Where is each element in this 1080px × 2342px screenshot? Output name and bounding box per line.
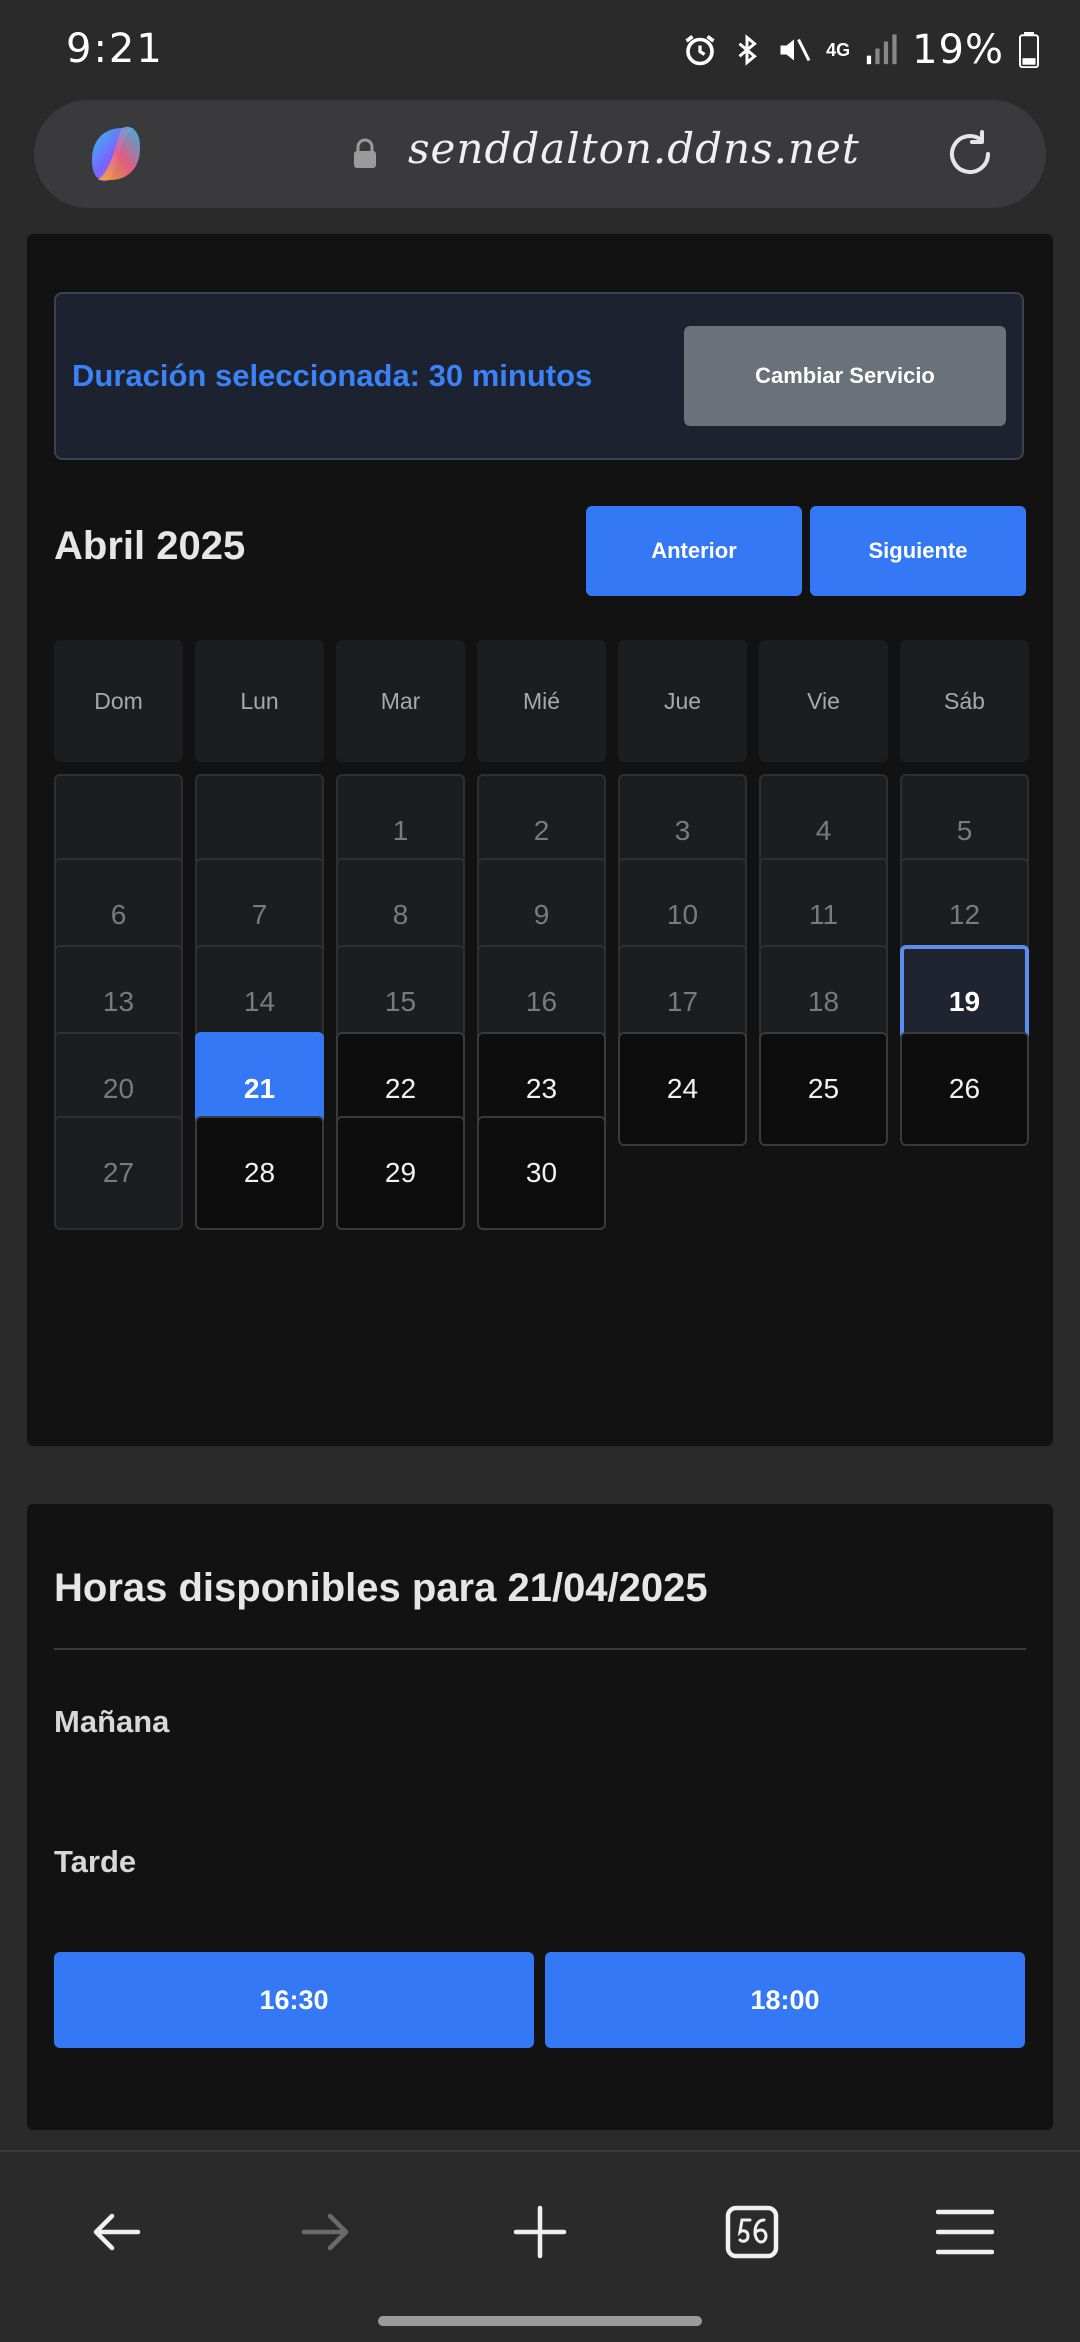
status-time: 9:21: [66, 26, 164, 72]
new-tab-plus-icon[interactable]: [512, 2204, 568, 2260]
hours-title: Horas disponibles para 21/04/2025: [54, 1566, 708, 1610]
page-content: Duración seleccionada: 30 minutos Cambia…: [0, 228, 1080, 2148]
calendar-day[interactable]: 29: [336, 1116, 465, 1230]
weekday-header: Mié: [477, 640, 606, 762]
forward-arrow-icon[interactable]: [298, 2204, 354, 2260]
signal-icon: [866, 34, 897, 65]
morning-label: Mañana: [54, 1704, 170, 1739]
calendar-day[interactable]: 24: [618, 1032, 747, 1146]
calendar-card: Duración seleccionada: 30 minutos Cambia…: [27, 234, 1053, 1446]
time-slot-button[interactable]: 18:00: [545, 1952, 1025, 2048]
tabs-count-icon[interactable]: [724, 2204, 780, 2260]
duration-label: Duración seleccionada: 30 minutos: [72, 358, 593, 393]
url-text[interactable]: senddalton.ddns.net: [408, 124, 860, 173]
weekday-header: Dom: [54, 640, 183, 762]
bluetooth-icon: [738, 34, 757, 66]
home-indicator[interactable]: [378, 2316, 702, 2326]
network-type: 4G: [826, 40, 851, 60]
weekday-header: Lun: [195, 640, 324, 762]
menu-icon[interactable]: [936, 2204, 994, 2260]
calendar-day[interactable]: 26: [900, 1032, 1029, 1146]
battery-percent: 19%: [912, 27, 1004, 73]
alarm-icon: [685, 35, 715, 66]
month-title: Abril 2025: [54, 524, 246, 568]
divider: [54, 1648, 1026, 1650]
status-bar: 9:21 4G 19%: [0, 0, 1080, 100]
status-icons: 4G 19%: [682, 27, 1040, 73]
hours-card: Horas disponibles para 21/04/2025 Mañana…: [27, 1504, 1053, 2130]
weekday-header: Jue: [618, 640, 747, 762]
address-bar[interactable]: senddalton.ddns.net: [34, 100, 1046, 208]
change-service-button[interactable]: Cambiar Servicio: [684, 326, 1006, 426]
time-slot-button[interactable]: 16:30: [54, 1952, 534, 2048]
calendar-day[interactable]: 30: [477, 1116, 606, 1230]
calendar-day[interactable]: 28: [195, 1116, 324, 1230]
calendar-day[interactable]: 25: [759, 1032, 888, 1146]
next-month-button[interactable]: Siguiente: [810, 506, 1026, 596]
duration-panel: Duración seleccionada: 30 minutos Cambia…: [54, 292, 1024, 460]
reload-icon[interactable]: [942, 126, 998, 182]
battery-icon: [1019, 32, 1039, 68]
back-arrow-icon[interactable]: [88, 2204, 144, 2260]
browser-toolbar: [0, 2150, 1080, 2342]
afternoon-label: Tarde: [54, 1844, 137, 1879]
calendar-day: 27: [54, 1116, 183, 1230]
previous-month-button[interactable]: Anterior: [586, 506, 802, 596]
lock-icon[interactable]: [352, 138, 378, 170]
weekday-header: Sáb: [900, 640, 1029, 762]
copilot-icon[interactable]: [82, 120, 150, 188]
weekday-header: Vie: [759, 640, 888, 762]
weekday-header: Mar: [336, 640, 465, 762]
mute-icon: [780, 38, 811, 62]
